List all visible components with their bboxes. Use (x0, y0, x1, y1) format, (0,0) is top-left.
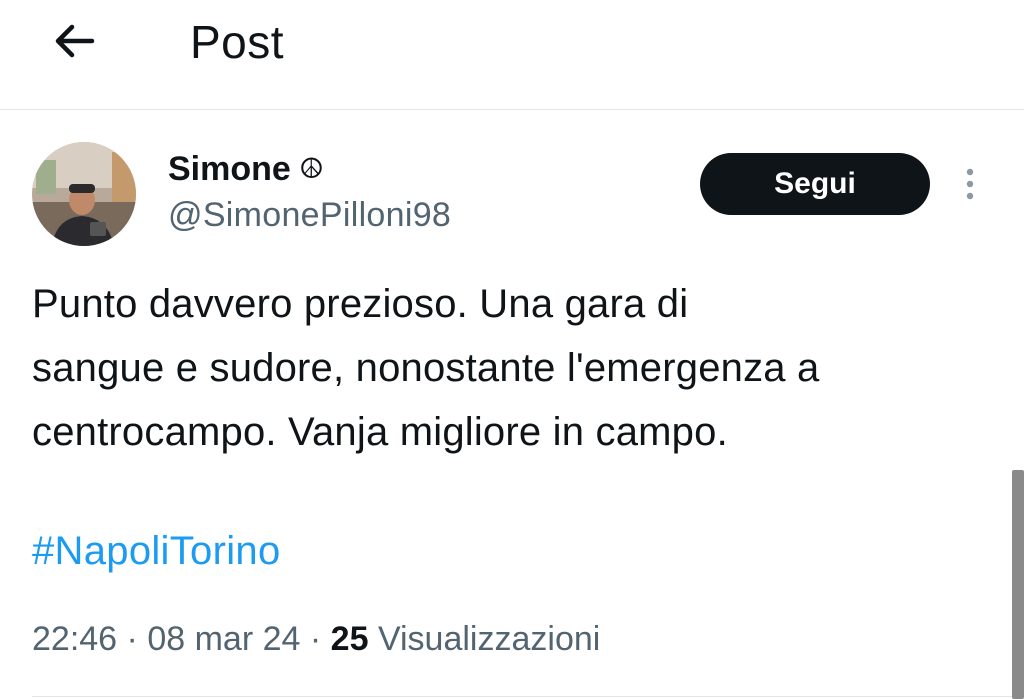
hashtag-link[interactable]: #NapoliTorino (32, 521, 281, 581)
meta-separator: · (126, 620, 138, 658)
post-text: Punto davvero prezioso. Una gara di sang… (32, 272, 992, 464)
post-text-line: sangue e sudore, nonostante l'emergenza … (32, 346, 820, 390)
scrollbar[interactable] (1012, 470, 1024, 699)
views-count: 25 (330, 620, 369, 658)
author-name-row[interactable]: Simone ☮ (168, 146, 324, 192)
post-date[interactable]: 08 mar 24 (147, 620, 300, 658)
follow-button[interactable]: Segui (700, 153, 930, 215)
post-time[interactable]: 22:46 (32, 620, 117, 658)
top-bar: Post (0, 0, 1024, 110)
meta-separator: · (309, 620, 322, 658)
post-text-line: centrocampo. Vanja migliore in campo. (32, 410, 728, 454)
back-button[interactable] (48, 18, 100, 64)
profile-photo (32, 142, 136, 246)
more-options-button[interactable] (954, 164, 986, 204)
author-display-name[interactable]: Simone (168, 146, 291, 192)
arrow-left-icon (55, 24, 95, 58)
divider (32, 696, 1024, 697)
views-label: Visualizzazioni (377, 620, 601, 658)
peace-symbol-icon: ☮ (298, 152, 324, 185)
page-title: Post (190, 16, 285, 68)
more-vertical-icon (966, 168, 974, 200)
post-metadata: 22:46 · 08 mar 24 · 25 Visualizzazioni (32, 616, 600, 662)
avatar[interactable] (32, 142, 136, 246)
author-handle[interactable]: @SimonePilloni98 (168, 192, 451, 238)
post-text-line: Punto davvero prezioso. Una gara di (32, 282, 689, 326)
